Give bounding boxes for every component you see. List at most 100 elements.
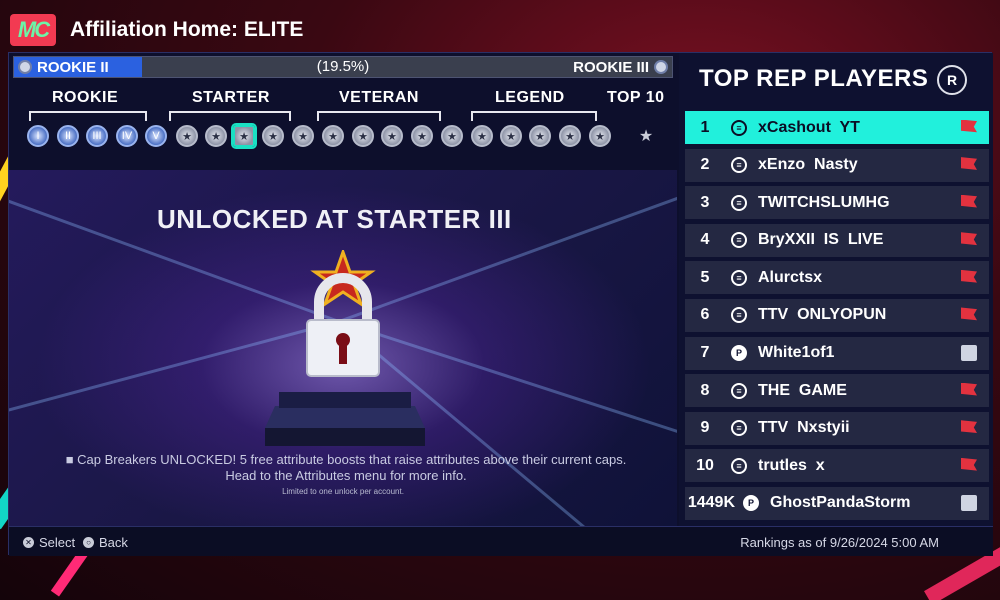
rep-flag-icon bbox=[961, 457, 977, 471]
back-label: Back bbox=[99, 535, 128, 550]
rank-number: 4 bbox=[700, 231, 710, 249]
pedestal-icon bbox=[265, 392, 425, 446]
leaderboard-row[interactable]: 1 ≡ xCashout YT bbox=[685, 111, 989, 144]
gamertag: TWITCHSLUMHG bbox=[758, 193, 890, 211]
gamertag: TTV ONLYOPUN bbox=[758, 306, 887, 324]
r-button-icon[interactable]: R bbox=[937, 65, 967, 95]
rank-number: 3 bbox=[700, 193, 710, 211]
rank-badge-icon[interactable]: IV bbox=[116, 125, 138, 147]
top10-badge-icon[interactable]: ★ bbox=[635, 125, 657, 147]
rank-badge-icon[interactable]: ★ bbox=[411, 125, 433, 147]
tier-label-rookie: ROOKIE bbox=[52, 89, 119, 106]
leaderboard-row[interactable]: 10 ≡ trutles x bbox=[685, 449, 989, 483]
xbox-icon: ≡ bbox=[731, 307, 747, 324]
rank-number: 9 bbox=[700, 419, 710, 437]
rep-medal-icon bbox=[961, 345, 977, 362]
rep-flag-icon bbox=[961, 307, 977, 321]
rank-badge-icon[interactable]: ★ bbox=[205, 125, 227, 147]
leaderboard-row[interactable]: 6 ≡ TTV ONLYOPUN bbox=[685, 298, 989, 332]
tier-bracket bbox=[169, 111, 291, 121]
rep-flag-icon bbox=[961, 382, 977, 396]
xbox-icon: ≡ bbox=[731, 457, 747, 474]
leaderboard-row[interactable]: 7 P White1of1 bbox=[685, 336, 989, 370]
rank-badge-icon[interactable]: ★ bbox=[381, 125, 403, 147]
rank-badge-icon[interactable]: ★ bbox=[176, 125, 198, 147]
rankings-timestamp: Rankings as of 9/26/2024 5:00 AM bbox=[740, 535, 939, 550]
page-title: Affiliation Home: ELITE bbox=[70, 18, 304, 41]
rank-badge-icon[interactable]: ★ bbox=[262, 125, 284, 147]
select-label: Select bbox=[39, 535, 76, 550]
gamertag: GhostPandaStorm bbox=[770, 494, 911, 512]
rep-flag-icon bbox=[961, 157, 977, 170]
leaderboard-row[interactable]: 1449K P GhostPandaStorm bbox=[685, 486, 989, 520]
rank-number: 7 bbox=[700, 344, 710, 362]
rep-flag-icon bbox=[961, 269, 977, 283]
rank-badge-icon[interactable]: II bbox=[57, 125, 79, 147]
select-hint[interactable]: ✕ Select bbox=[23, 535, 75, 550]
tier-label-legend: LEGEND bbox=[495, 89, 565, 106]
tier-label-top10: TOP 10 bbox=[607, 89, 665, 106]
rank-number: 1449K bbox=[687, 494, 735, 512]
tier-bracket bbox=[29, 111, 147, 121]
xbox-icon: ≡ bbox=[731, 420, 747, 437]
rep-flag-icon bbox=[961, 194, 977, 208]
next-rank-label: ROOKIE III bbox=[573, 58, 649, 76]
rank-badge-icon[interactable]: V bbox=[145, 125, 167, 147]
gamertag: xCashout YT bbox=[758, 118, 860, 136]
b-button-icon: ○ bbox=[83, 537, 94, 548]
leaderboard-row[interactable]: 5 ≡ Alurctsx bbox=[685, 261, 989, 295]
description-text: Cap Breakers UNLOCKED! 5 free attribute … bbox=[77, 452, 627, 467]
tier-bracket bbox=[471, 111, 597, 121]
leaderboard-row[interactable]: 3 ≡ TWITCHSLUMHG bbox=[685, 186, 989, 220]
progress-section: ROOKIE II (19.5%) ROOKIE III ROOKIE STAR… bbox=[9, 53, 677, 526]
rank-badge-icon[interactable]: ★ bbox=[529, 125, 551, 147]
mycareer-logo: MC bbox=[10, 14, 56, 46]
gamertag: trutles x bbox=[758, 456, 825, 474]
unlock-description: ■ Cap Breakers UNLOCKED! 5 free attribut… bbox=[31, 452, 661, 484]
gamertag: Alurctsx bbox=[758, 268, 823, 286]
leaderboard-list: 1 ≡ xCashout YT 2 ≡ xEnzo Nasty 3 ≡ TWITCHSLUMHG… bbox=[685, 111, 989, 525]
rank-badge-icon[interactable]: III bbox=[86, 125, 108, 147]
rank-number: 8 bbox=[700, 381, 710, 399]
tier-bracket bbox=[317, 111, 441, 121]
leaderboard-row[interactable]: 8 ≡ THE GAME bbox=[685, 374, 989, 408]
unlock-feature: UNLOCKED AT STARTER III ■ Cap Breakers U… bbox=[9, 170, 677, 526]
rank-number: 10 bbox=[696, 456, 714, 474]
rank-badge-icon[interactable]: ★ bbox=[471, 125, 493, 147]
rep-flag-icon bbox=[961, 232, 977, 246]
rank-badge-icon[interactable]: ★ bbox=[589, 125, 611, 147]
tier-label-starter: STARTER bbox=[192, 89, 270, 106]
rank-badge-icon[interactable]: ★ bbox=[292, 125, 314, 147]
playstation-icon: P bbox=[731, 345, 747, 362]
a-button-icon: ✕ bbox=[23, 537, 34, 548]
rank-progress-bar: ROOKIE II (19.5%) ROOKIE III bbox=[13, 56, 673, 78]
rank-badge-icon[interactable]: I bbox=[27, 125, 49, 147]
xbox-icon: ≡ bbox=[731, 119, 747, 136]
gamertag: TTV Nxstyii bbox=[758, 419, 850, 437]
leaderboard-row[interactable]: 4 ≡ BryXXII IS LIVE bbox=[685, 223, 989, 257]
rank-number: 1 bbox=[700, 118, 710, 136]
rank-badge-icon[interactable]: ★ bbox=[322, 125, 344, 147]
playstation-icon: P bbox=[743, 495, 759, 512]
rank-badge-icon[interactable]: ★ bbox=[233, 125, 255, 147]
next-rank: ROOKIE III bbox=[573, 57, 668, 77]
gamertag: BryXXII IS LIVE bbox=[758, 231, 884, 249]
xbox-icon: ≡ bbox=[731, 232, 747, 249]
leaderboard-row[interactable]: 9 ≡ TTV Nxstyii bbox=[685, 411, 989, 445]
fine-print: Limited to one unlock per account. bbox=[282, 487, 404, 496]
back-hint[interactable]: ○ Back bbox=[83, 535, 128, 550]
rank-badge-icon[interactable]: ★ bbox=[559, 125, 581, 147]
rank-number: 2 bbox=[700, 156, 710, 174]
tier-label-veteran: VETERAN bbox=[339, 89, 419, 106]
rep-flag-icon bbox=[961, 420, 977, 434]
header: MC Affiliation Home: ELITE bbox=[10, 12, 303, 48]
light-ray bbox=[9, 176, 340, 323]
rank-badge-icon[interactable]: ★ bbox=[441, 125, 463, 147]
rank-badge-icon[interactable]: ★ bbox=[500, 125, 522, 147]
rep-flag-icon bbox=[961, 119, 977, 133]
leaderboard-row[interactable]: 2 ≡ xEnzo Nasty bbox=[685, 148, 989, 182]
rank-badge-icon[interactable]: ★ bbox=[352, 125, 374, 147]
leaderboard: TOP REP PLAYERS R 1 ≡ xCashout YT 2 ≡ xEnzo N… bbox=[679, 53, 993, 526]
xbox-icon: ≡ bbox=[731, 194, 747, 211]
footer: ✕ Select ○ Back Rankings as of 9/26/2024… bbox=[9, 526, 993, 556]
